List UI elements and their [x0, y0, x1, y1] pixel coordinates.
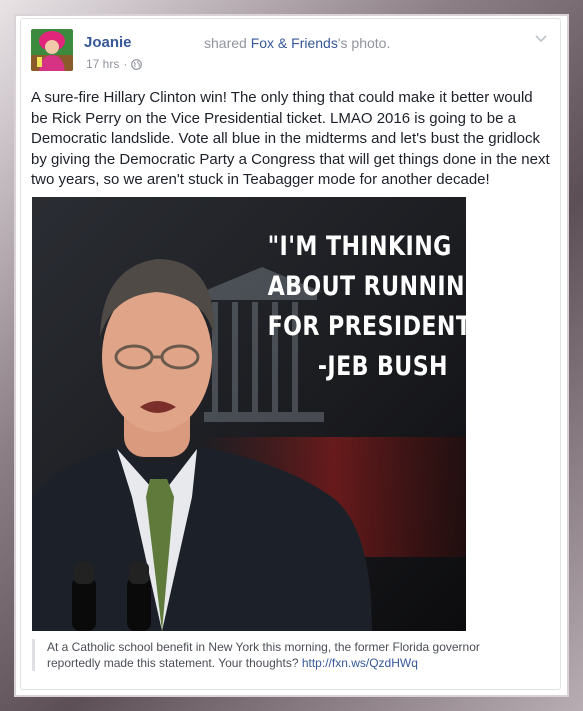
quote-line: ABOUT RUNNING	[267, 271, 466, 302]
post-meta: 17 hrs ·	[86, 57, 143, 71]
shared-prefix: shared	[204, 35, 247, 51]
avatar[interactable]	[31, 29, 73, 71]
photo-caption: At a Catholic school benefit in New York…	[32, 639, 517, 671]
post-text: A sure-fire Hillary Clinton win! The onl…	[31, 89, 550, 188]
author-name[interactable]: Joanie	[84, 34, 132, 51]
quote-line: FOR PRESIDENT."	[267, 311, 466, 342]
globe-icon[interactable]	[131, 58, 143, 70]
shared-source-link[interactable]: Fox & Friends	[251, 35, 338, 51]
feed-post: Joanie shared Fox & Friends's photo. 17 …	[20, 18, 561, 690]
photo-quote: "I'M THINKING ABOUT RUNNING FOR PRESIDEN…	[267, 227, 466, 387]
quote-line: "I'M THINKING	[267, 231, 452, 262]
quote-attribution: -JEB BUSH	[317, 351, 448, 382]
meta-separator: ·	[123, 57, 128, 71]
shared-line: shared Fox & Friends's photo.	[204, 35, 390, 51]
caption-link[interactable]: http://fxn.ws/QzdHWq	[302, 656, 418, 670]
chevron-down-icon[interactable]	[534, 31, 548, 45]
post-timestamp[interactable]: 17 hrs	[86, 57, 119, 71]
shared-photo[interactable]: "I'M THINKING ABOUT RUNNING FOR PRESIDEN…	[32, 197, 466, 631]
shared-suffix: 's photo.	[337, 35, 391, 51]
